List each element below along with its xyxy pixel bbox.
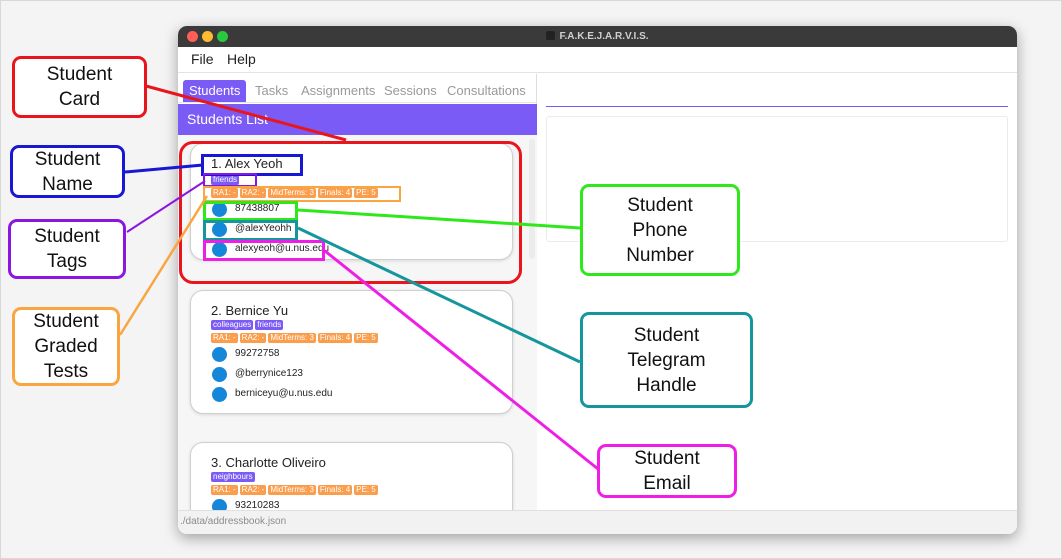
student-tags-callout: Student Tags (8, 219, 126, 279)
name-connector (124, 163, 204, 174)
student-card-callout: Student Card (12, 56, 147, 118)
grades-connector (118, 195, 209, 336)
email-connector (324, 249, 599, 471)
phone-connector (297, 208, 581, 230)
student-email-callout: Student Email (597, 444, 737, 498)
tags-connector (126, 180, 206, 233)
student-phone-callout: Student Phone Number (580, 184, 740, 276)
annotation-connectors (118, 84, 599, 471)
card-connector (145, 84, 347, 142)
student-graded-tests-callout: Student Graded Tests (12, 307, 120, 386)
student-telegram-callout: Student Telegram Handle (580, 312, 753, 408)
student-name-callout: Student Name (10, 145, 125, 198)
